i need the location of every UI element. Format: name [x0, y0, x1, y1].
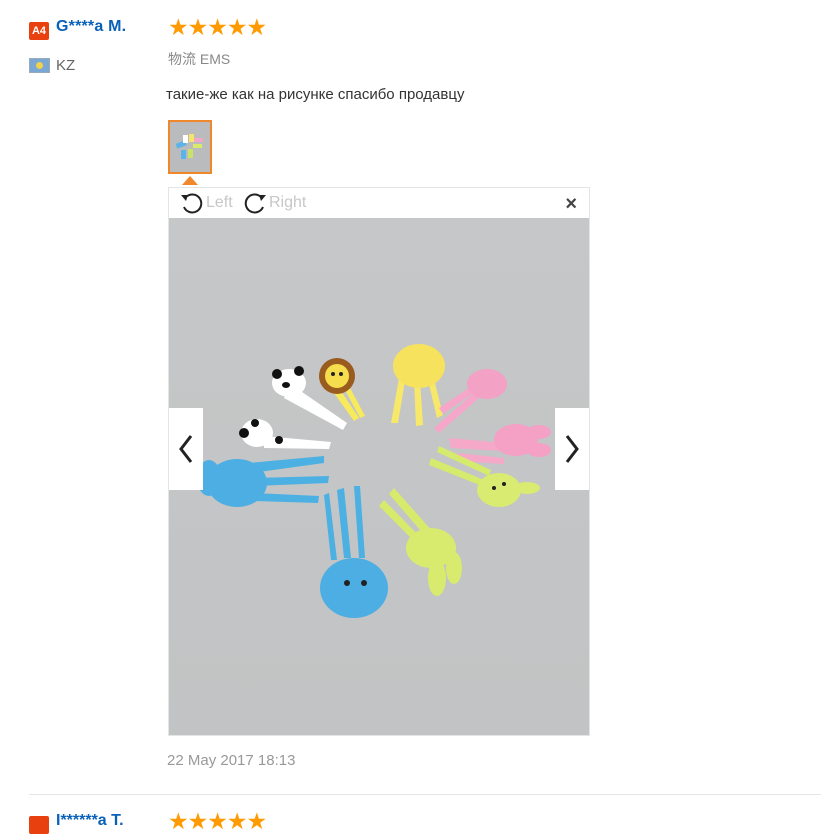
review-date: 22 May 2017 18:13 — [167, 752, 296, 769]
rotate-right-icon — [244, 193, 266, 214]
viewer-toolbar: Left Right × — [169, 188, 589, 218]
rotate-left-icon — [181, 193, 203, 214]
close-viewer-button[interactable]: × — [565, 193, 577, 216]
rotate-left-label: Left — [206, 194, 233, 211]
shipping-method: 物流 EMS — [168, 51, 231, 67]
rotate-right-label: Right — [269, 194, 307, 211]
next-level-badge — [29, 816, 49, 834]
next-rating-stars: ★★★★★ — [168, 808, 267, 834]
image-viewer: Left Right × — [168, 187, 590, 736]
rotate-right-button[interactable]: Right — [242, 189, 306, 217]
review-photo-thumbnail[interactable] — [168, 120, 212, 174]
reviewer-name[interactable]: G****a M. — [56, 18, 126, 36]
next-image-button[interactable] — [555, 408, 589, 490]
review-text: такие-же как на рисунке спасибо продавцу — [166, 86, 465, 103]
review-photo — [169, 218, 589, 735]
review-divider — [29, 794, 821, 795]
level-badge: A4 — [29, 22, 49, 40]
thumbnail-image — [170, 122, 210, 172]
photo-image — [169, 218, 589, 735]
chevron-right-icon — [565, 435, 579, 463]
rotate-left-button[interactable]: Left — [179, 189, 233, 217]
flag-kz-icon — [29, 58, 50, 73]
country-code: KZ — [56, 57, 76, 74]
thumbnail-pointer — [182, 176, 198, 185]
previous-image-button[interactable] — [169, 408, 203, 490]
next-reviewer-name[interactable]: I******a T. — [56, 812, 124, 830]
rating-stars: ★★★★★ — [168, 14, 267, 40]
chevron-left-icon — [179, 435, 193, 463]
